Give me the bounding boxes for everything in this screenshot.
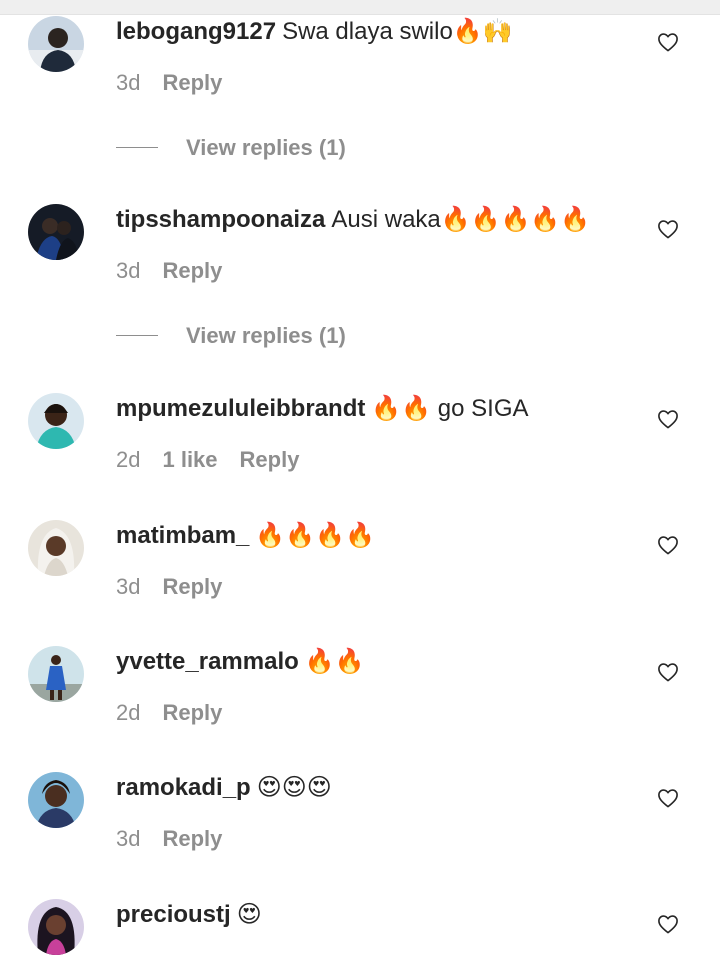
comment-text: yvette_rammalo 🔥🔥 — [116, 646, 365, 678]
comment-body: Ausi waka🔥🔥🔥🔥🔥 — [331, 206, 591, 233]
avatar[interactable] — [28, 772, 84, 828]
view-replies-divider — [116, 335, 158, 336]
comment-time: 3d — [116, 826, 141, 851]
comment-body: 🔥🔥 go SIGA — [371, 395, 529, 422]
avatar[interactable] — [28, 204, 84, 260]
view-replies-divider — [116, 147, 158, 148]
comment-meta: 3d Reply — [116, 573, 222, 601]
comment-text: mpumezululeibbrandt 🔥🔥 go SIGA — [116, 393, 529, 425]
view-replies-button[interactable]: View replies (1) — [116, 320, 516, 352]
reply-button[interactable]: Reply — [162, 70, 222, 95]
heart-icon[interactable] — [657, 535, 679, 555]
view-replies-label: View replies (1) — [186, 135, 346, 160]
username[interactable]: tipsshampoonaiza — [116, 206, 325, 233]
comment-text: matimbam_ 🔥🔥🔥🔥 — [116, 520, 375, 552]
reply-button[interactable]: Reply — [162, 700, 222, 725]
username[interactable]: ramokadi_p — [116, 774, 251, 801]
comment-text: tipsshampoonaiza Ausi waka🔥🔥🔥🔥🔥 — [116, 204, 590, 236]
heart-icon[interactable] — [657, 914, 679, 934]
heart-icon[interactable] — [657, 219, 679, 239]
username[interactable]: lebogang9127 — [116, 18, 276, 45]
view-replies-label: View replies (1) — [186, 323, 346, 348]
comment-time: 3d — [116, 70, 141, 95]
like-count[interactable]: 1 like — [162, 447, 217, 472]
comment-meta: 3d Reply — [116, 825, 222, 853]
comment-time: 3d — [116, 258, 141, 283]
view-replies-button[interactable]: View replies (1) — [116, 132, 516, 164]
comment-body: 🔥🔥🔥🔥 — [255, 522, 375, 549]
heart-icon[interactable] — [657, 32, 679, 52]
reply-button[interactable]: Reply — [162, 826, 222, 851]
comment-time: 3d — [116, 574, 141, 599]
username[interactable]: matimbam_ — [116, 522, 249, 549]
comment-body: 🔥🔥 — [304, 648, 365, 675]
avatar[interactable] — [28, 520, 84, 576]
comment-text: precioustj 😍 — [116, 899, 262, 931]
top-edge-divider — [0, 0, 720, 15]
comment-time: 2d — [116, 700, 141, 725]
comment-meta: 2d Reply — [116, 699, 222, 727]
heart-icon[interactable] — [657, 409, 679, 429]
avatar[interactable] — [28, 646, 84, 702]
comment-meta: 2d 1 like Reply — [116, 446, 299, 474]
username[interactable]: yvette_rammalo — [116, 648, 299, 675]
comment-meta: 3d Reply — [116, 257, 222, 285]
comment-time: 2d — [116, 447, 141, 472]
avatar[interactable] — [28, 16, 84, 72]
username[interactable]: mpumezululeibbrandt — [116, 395, 365, 422]
reply-button[interactable]: Reply — [162, 574, 222, 599]
comment-body: 😍😍😍 — [256, 774, 332, 801]
reply-button[interactable]: Reply — [162, 258, 222, 283]
username[interactable]: precioustj — [116, 901, 231, 928]
comment-body: Swa dlaya swilo🔥🙌 — [282, 18, 513, 45]
heart-icon[interactable] — [657, 788, 679, 808]
comment-body: 😍 — [236, 901, 262, 928]
comment-meta: 3d Reply — [116, 69, 222, 97]
avatar[interactable] — [28, 899, 84, 955]
reply-button[interactable]: Reply — [240, 447, 300, 472]
comment-text: ramokadi_p 😍😍😍 — [116, 772, 332, 804]
heart-icon[interactable] — [657, 662, 679, 682]
avatar[interactable] — [28, 393, 84, 449]
comment-text: lebogang9127 Swa dlaya swilo🔥🙌 — [116, 16, 513, 48]
